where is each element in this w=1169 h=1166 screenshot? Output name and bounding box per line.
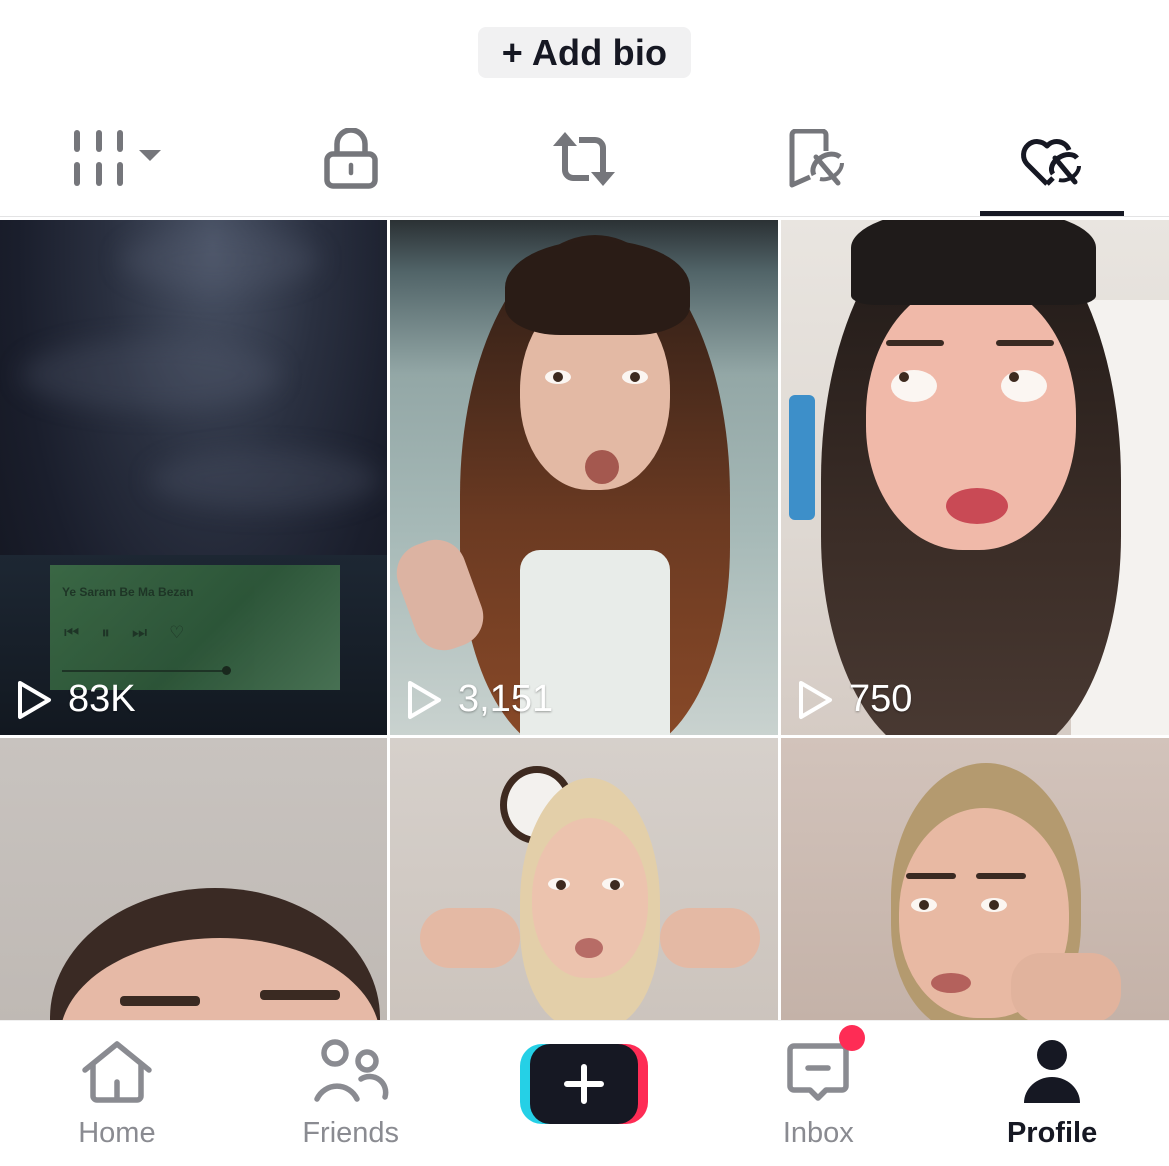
mouth-shape	[575, 938, 603, 958]
content-tabs	[0, 100, 1169, 217]
home-icon	[82, 1041, 152, 1103]
view-count-text: 3,151	[458, 678, 554, 720]
eye-shape	[622, 370, 648, 384]
friends-icon	[313, 1039, 389, 1102]
bio-area: + Add bio	[0, 27, 1169, 78]
music-player-overlay: Ye Saram Be Ma Bezan ⏮ ⏸ ⏭ ♡	[50, 565, 340, 690]
brow-shape	[976, 873, 1026, 879]
player-progress-knob	[222, 666, 231, 675]
nav-label: Profile	[1006, 1117, 1098, 1149]
nav-inbox[interactable]: Inbox	[701, 1021, 935, 1166]
cloud-shape	[150, 450, 380, 510]
mouth-shape	[931, 973, 971, 993]
nav-home[interactable]: Home	[0, 1021, 234, 1166]
player-controls: ⏮ ⏸ ⏭ ♡	[64, 623, 184, 643]
bookmark-hidden-icon	[789, 128, 845, 187]
nav-label: Friends	[302, 1117, 400, 1149]
mouth-shape	[946, 488, 1008, 524]
play-icon	[799, 680, 832, 719]
eye-shape	[545, 370, 571, 384]
profile-icon	[1024, 1040, 1081, 1103]
brow-shape	[906, 873, 956, 879]
dropdown-caret-icon	[138, 149, 161, 161]
bangs-shape	[505, 240, 690, 335]
video-grid: Ye Saram Be Ma Bezan ⏮ ⏸ ⏭ ♡ 83K 3,151 7…	[0, 220, 1169, 1023]
nav-label: Inbox	[782, 1117, 854, 1149]
view-count: 3,151	[406, 678, 553, 721]
eye-shape	[981, 898, 1007, 912]
nav-profile[interactable]: Profile	[935, 1021, 1169, 1166]
heart-hidden-icon	[1021, 138, 1082, 186]
add-bio-button[interactable]: + Add bio	[477, 27, 692, 78]
hand-shape	[420, 908, 520, 968]
cloud-shape	[20, 340, 280, 410]
video-thumbnail[interactable]: 3,151	[390, 220, 778, 735]
hand-shape	[1011, 953, 1121, 1023]
headband-shape	[851, 220, 1096, 305]
heart-icon: ♡	[169, 623, 185, 642]
create-button[interactable]	[520, 1044, 649, 1124]
nav-label: Home	[78, 1117, 156, 1149]
tabs-divider	[0, 216, 1169, 217]
grid-columns-icon	[73, 129, 161, 186]
tab-liked[interactable]	[935, 100, 1169, 217]
brow-shape	[120, 996, 200, 1006]
video-thumbnail[interactable]: 750	[781, 220, 1169, 735]
eye-shape	[911, 898, 937, 912]
view-count-text: 83K	[68, 678, 136, 720]
create-button-core	[530, 1044, 639, 1124]
nav-create[interactable]	[468, 1021, 702, 1166]
brow-shape	[260, 990, 340, 1000]
video-thumbnail[interactable]	[390, 738, 778, 1023]
cloud-shape	[120, 230, 320, 290]
previous-icon: ⏮	[64, 623, 80, 642]
eye-shape	[1001, 370, 1047, 402]
create-plus-icon	[564, 1064, 605, 1104]
hand-shape	[660, 908, 760, 968]
eye-shape	[891, 370, 937, 402]
tab-videos[interactable]	[0, 100, 234, 217]
nav-friends[interactable]: Friends	[234, 1021, 468, 1166]
player-progress-track	[62, 670, 230, 672]
notification-dot	[839, 1025, 866, 1051]
pause-icon: ⏸	[101, 623, 110, 642]
bottom-nav: Home Friends Inbox Profile	[0, 1020, 1169, 1166]
brow-shape	[996, 340, 1054, 346]
repost-icon	[553, 131, 616, 186]
brow-shape	[886, 340, 944, 346]
player-song-title: Ye Saram Be Ma Bezan	[62, 585, 194, 599]
video-thumbnail[interactable]: Ye Saram Be Ma Bezan ⏮ ⏸ ⏭ ♡ 83K	[0, 220, 387, 735]
eye-shape	[602, 878, 624, 890]
view-count: 83K	[16, 678, 136, 721]
eye-shape	[548, 878, 570, 890]
view-count-text: 750	[849, 678, 913, 720]
view-count: 750	[797, 678, 912, 721]
next-icon: ⏭	[131, 623, 148, 642]
inbox-icon	[787, 1043, 850, 1101]
tab-private[interactable]	[234, 100, 468, 217]
play-icon	[408, 680, 441, 719]
video-thumbnail[interactable]	[0, 738, 387, 1023]
tab-favorites[interactable]	[701, 100, 935, 217]
lock-icon	[323, 127, 378, 189]
bottle-shape	[789, 395, 815, 520]
video-thumbnail[interactable]	[781, 738, 1169, 1023]
tab-reposts[interactable]	[468, 100, 702, 217]
play-icon	[18, 680, 51, 719]
mouth-shape	[585, 450, 619, 484]
